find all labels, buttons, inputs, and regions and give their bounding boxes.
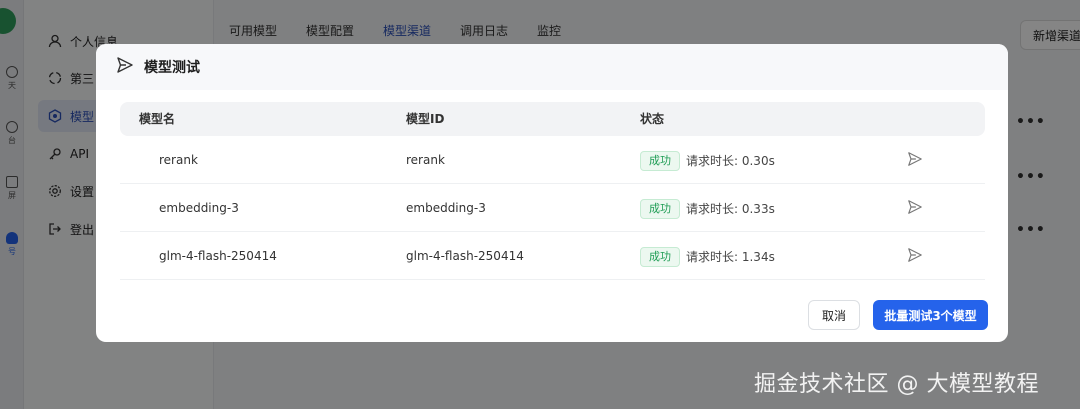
- model-name: rerank: [159, 153, 198, 167]
- model-id: embedding-3: [406, 201, 486, 215]
- model-test-table: 模型名 模型ID 状态 rerank rerank 成功 请求时长: 0.30s …: [120, 102, 985, 280]
- status-cell: 成功 请求时长: 0.33s: [640, 184, 775, 232]
- column-header-id: 模型ID: [406, 112, 445, 126]
- status-badge: 成功: [640, 246, 680, 267]
- status-cell: 成功 请求时长: 0.30s: [640, 136, 775, 184]
- request-duration: 请求时长: 1.34s: [686, 249, 775, 264]
- send-icon: [116, 56, 134, 78]
- model-name: embedding-3: [159, 201, 239, 215]
- request-duration: 请求时长: 0.30s: [686, 153, 775, 168]
- status-badge: 成功: [640, 150, 680, 171]
- dialog-title: 模型测试: [144, 60, 200, 76]
- cancel-button[interactable]: 取消: [808, 300, 860, 330]
- send-icon[interactable]: [907, 247, 925, 265]
- watermark: 掘金技术社区 @ 大模型教程: [754, 372, 1039, 397]
- dialog-header: 模型测试: [96, 44, 1008, 90]
- batch-test-button[interactable]: 批量测试3个模型: [873, 300, 988, 330]
- table-row: glm-4-flash-250414 glm-4-flash-250414 成功…: [120, 232, 985, 280]
- column-header-status: 状态: [640, 112, 665, 126]
- model-name: glm-4-flash-250414: [159, 249, 277, 263]
- model-id: rerank: [406, 153, 445, 167]
- status-cell: 成功 请求时长: 1.34s: [640, 232, 775, 280]
- column-header-name: 模型名: [139, 112, 176, 126]
- send-icon[interactable]: [907, 199, 925, 217]
- table-row: embedding-3 embedding-3 成功 请求时长: 0.33s: [120, 184, 985, 232]
- table-header: 模型名 模型ID 状态: [120, 102, 985, 136]
- model-test-dialog: 模型测试 模型名 模型ID 状态 rerank rerank 成功 请求时长: 0…: [96, 44, 1008, 342]
- send-icon[interactable]: [907, 151, 925, 169]
- table-row: rerank rerank 成功 请求时长: 0.30s: [120, 136, 985, 184]
- model-id: glm-4-flash-250414: [406, 249, 524, 263]
- request-duration: 请求时长: 0.33s: [686, 201, 775, 216]
- status-badge: 成功: [640, 198, 680, 219]
